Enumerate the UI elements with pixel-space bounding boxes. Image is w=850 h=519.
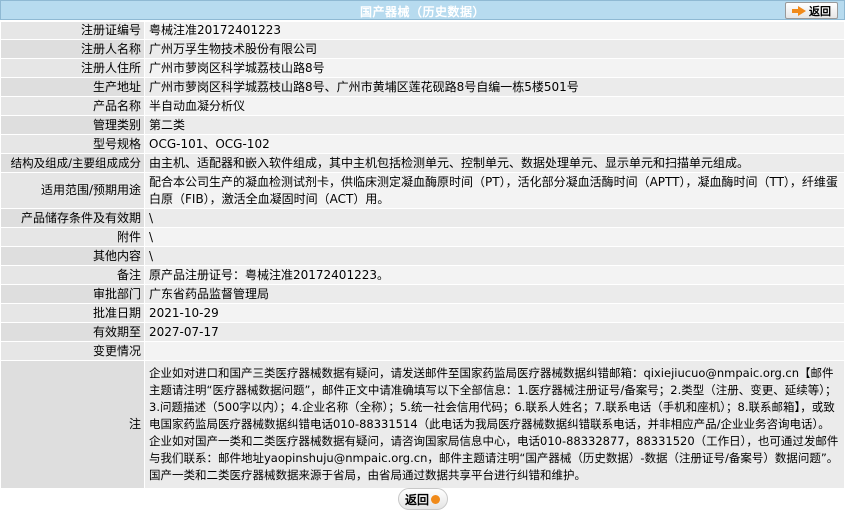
- row-value: OCG-101、OCG-102: [144, 134, 845, 154]
- table-row: 变更情况: [0, 341, 845, 361]
- row-label: 注册证编号: [0, 21, 145, 40]
- page-title: 国产器械（历史数据）: [359, 5, 485, 19]
- table-row: 注册证编号 粤械注准20172401223: [0, 21, 845, 40]
- row-label: 其他内容: [0, 246, 145, 266]
- row-value: 第二类: [144, 115, 845, 135]
- table-row: 有效期至 2027-07-17: [0, 322, 845, 342]
- arrow-circle-icon: [431, 494, 440, 504]
- row-value: 半自动血凝分析仪: [144, 96, 845, 116]
- row-value: 广州市萝岗区科学城荔枝山路8号、广州市黄埔区莲花砚路8号自编一栋5楼501号: [144, 77, 845, 97]
- row-label: 型号规格: [0, 134, 145, 154]
- row-value: 广州市萝岗区科学城荔枝山路8号: [144, 58, 845, 78]
- table-row: 其他内容 \: [0, 246, 845, 266]
- row-label: 批准日期: [0, 303, 145, 323]
- row-label: 注册人名称: [0, 39, 145, 59]
- row-value: \: [144, 246, 845, 266]
- back-button-top-label: 返回: [809, 4, 831, 18]
- back-button-bottom-label: 返回: [404, 492, 429, 507]
- row-label: 注册人住所: [0, 58, 145, 78]
- row-value: 原产品注册证号：粤械注准20172401223。: [144, 265, 845, 285]
- row-label: 审批部门: [0, 284, 145, 304]
- table-row: 批准日期 2021-10-29: [0, 303, 845, 323]
- back-button-top[interactable]: 返回: [785, 2, 838, 19]
- row-value: 粤械注准20172401223: [144, 21, 845, 40]
- row-label: 有效期至: [0, 322, 145, 342]
- back-button-bottom[interactable]: 返回: [397, 488, 448, 510]
- title-bar: 国产器械（历史数据） 返回: [0, 0, 845, 20]
- note-label: 注: [0, 360, 145, 489]
- table-row: 附件 \: [0, 227, 845, 247]
- row-label: 结构及组成/主要组成成分: [0, 153, 145, 173]
- table-row: 结构及组成/主要组成成分 由主机、适配器和嵌入软件组成，其中主机包括检测单元、控制…: [0, 153, 845, 173]
- row-label: 变更情况: [0, 341, 145, 361]
- row-value: \: [144, 208, 845, 228]
- row-value: 2027-07-17: [144, 322, 845, 342]
- row-value: 广东省药品监督管理局: [144, 284, 845, 304]
- table-row: 型号规格 OCG-101、OCG-102: [0, 134, 845, 154]
- table-row: 产品名称 半自动血凝分析仪: [0, 96, 845, 116]
- row-label: 附件: [0, 227, 145, 247]
- detail-table: 注册证编号 粤械注准20172401223 注册人名称 广州万孚生物技术股份有限公司…: [0, 21, 845, 489]
- row-label: 适用范围/预期用途: [0, 172, 145, 209]
- row-value: 广州万孚生物技术股份有限公司: [144, 39, 845, 59]
- row-label: 备注: [0, 265, 145, 285]
- table-row: 生产地址 广州市萝岗区科学城荔枝山路8号、广州市黄埔区莲花砚路8号自编一栋5楼50…: [0, 77, 845, 97]
- row-value: 配合本公司生产的凝血检测试剂卡，供临床测定凝血酶原时间（PT），活化部分凝血活酶…: [144, 172, 845, 209]
- footer: 返回: [0, 486, 845, 512]
- table-row: 产品储存条件及有效期 \: [0, 208, 845, 228]
- table-row: 审批部门 广东省药品监督管理局: [0, 284, 845, 304]
- table-row: 注册人名称 广州万孚生物技术股份有限公司: [0, 39, 845, 59]
- row-value: \: [144, 227, 845, 247]
- row-label: 管理类别: [0, 115, 145, 135]
- note-row: 注 企业如对进口和国产三类医疗器械数据有疑问，请发送邮件至国家药监局医疗器械数据…: [0, 360, 845, 489]
- table-row: 备注 原产品注册证号：粤械注准20172401223。: [0, 265, 845, 285]
- note-text: 企业如对进口和国产三类医疗器械数据有疑问，请发送邮件至国家药监局医疗器械数据纠错…: [144, 360, 845, 489]
- row-label: 产品名称: [0, 96, 145, 116]
- row-value: [144, 341, 845, 361]
- page: 国产器械（历史数据） 返回 注册证编号 粤械注准20172401223 注册人名称…: [0, 0, 850, 519]
- table-row: 管理类别 第二类: [0, 115, 845, 135]
- arrow-right-icon: [792, 5, 806, 16]
- row-value: 由主机、适配器和嵌入软件组成，其中主机包括检测单元、控制单元、数据处理单元、显示…: [144, 153, 845, 173]
- row-label: 生产地址: [0, 77, 145, 97]
- table-row: 注册人住所 广州市萝岗区科学城荔枝山路8号: [0, 58, 845, 78]
- table-row: 适用范围/预期用途 配合本公司生产的凝血检测试剂卡，供临床测定凝血酶原时间（PT）…: [0, 172, 845, 209]
- row-label: 产品储存条件及有效期: [0, 208, 145, 228]
- row-value: 2021-10-29: [144, 303, 845, 323]
